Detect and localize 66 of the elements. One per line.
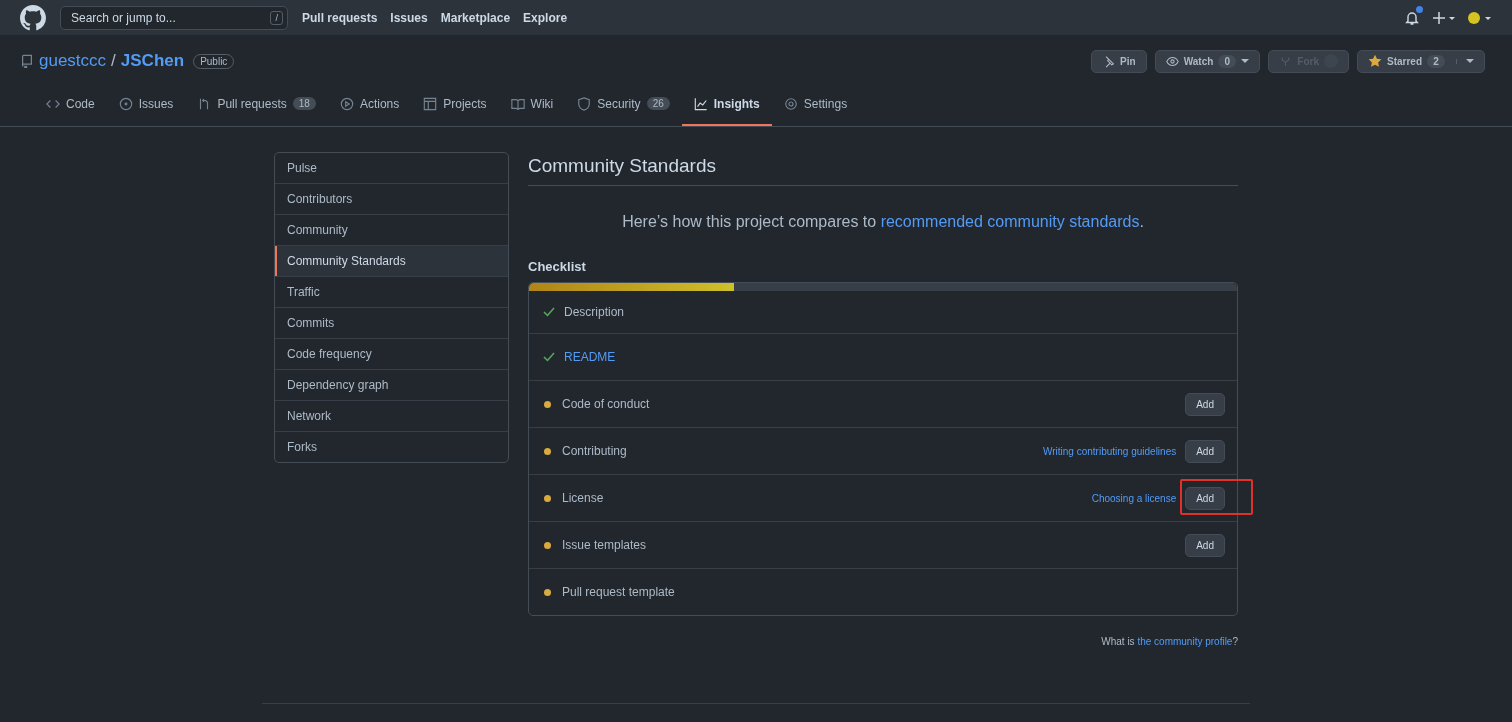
footer-text: What is the community profile? [1100, 636, 1238, 647]
add-button[interactable]: Add [1185, 486, 1225, 510]
nav-link[interactable]: Issues [390, 10, 428, 25]
repository-icon [20, 54, 34, 68]
checklist-label: Description [564, 305, 625, 319]
repo-tab[interactable]: Settings [771, 83, 860, 126]
eye-icon [1165, 54, 1179, 68]
nav-link[interactable]: Explore [523, 10, 568, 25]
sidebar-item[interactable]: Contributors [275, 183, 508, 214]
repo-tab[interactable]: Wiki [498, 83, 566, 126]
repo-tab[interactable]: Issues [106, 83, 186, 126]
repo-tab[interactable]: Actions [327, 83, 412, 126]
caret-icon [1241, 58, 1250, 64]
star-button[interactable]: Starred 2 [1357, 49, 1485, 73]
checklist-heading: Checklist [528, 259, 587, 274]
sidebar-item[interactable]: Code frequency [275, 338, 508, 369]
nav-link[interactable]: Pull requests [302, 10, 378, 25]
nav-link[interactable]: Marketplace [440, 10, 511, 25]
sidebar-item[interactable]: Forks [275, 431, 508, 462]
projects-icon [423, 96, 438, 111]
sidebar-item[interactable]: Traffic [275, 276, 508, 307]
actions-icon [339, 96, 354, 111]
security-icon [577, 96, 592, 111]
watch-button[interactable]: Watch 0 [1154, 49, 1261, 73]
repo-tab[interactable]: Insights [681, 83, 772, 126]
octocat-logo-icon[interactable] [20, 4, 46, 31]
page-title: Community Standards [528, 155, 1238, 186]
add-button[interactable]: Add [1185, 392, 1225, 416]
sidebar-item[interactable]: Community Standards [275, 245, 508, 276]
help-link[interactable]: Choosing a license [1091, 492, 1177, 504]
wiki-icon [510, 96, 525, 111]
repo-tab[interactable]: Projects [411, 83, 499, 126]
plus-icon[interactable] [1432, 10, 1456, 25]
add-button[interactable]: Add [1185, 439, 1225, 463]
repo-tab[interactable]: Code [34, 83, 107, 126]
checklist-label: Pull request template [562, 585, 675, 599]
avatar-icon[interactable] [1468, 10, 1492, 25]
path-separator: / [111, 51, 116, 71]
repo-tab[interactable]: Security 26 [565, 83, 682, 126]
intro-text: Here’s how this project compares to recommended community standards. [621, 213, 1145, 231]
checklist-label: Contributing [562, 444, 627, 458]
pin-button[interactable]: Pin [1091, 49, 1147, 73]
settings-icon [783, 96, 798, 111]
add-button[interactable]: Add [1185, 533, 1225, 557]
help-link[interactable]: Writing contributing guidelines [1042, 445, 1177, 457]
issues-icon [118, 96, 133, 111]
sidebar-item[interactable]: Pulse [275, 153, 508, 183]
standards-link[interactable]: recommended community standards [880, 213, 1140, 230]
star-icon [1368, 54, 1382, 68]
caret-icon [1466, 58, 1474, 64]
sidebar-item[interactable]: Commits [275, 307, 508, 338]
sidebar-item[interactable]: Network [275, 400, 508, 431]
insights-icon [693, 96, 708, 111]
checklist-label: License [562, 491, 604, 505]
checklist-label: Issue templates [562, 538, 647, 552]
repo-name-link[interactable]: JSChen [120, 51, 185, 71]
search-input[interactable]: Search or jump to... [69, 9, 271, 26]
checklist-link[interactable]: README [564, 350, 616, 364]
checklist-label: Code of conduct [562, 397, 650, 411]
bell-icon[interactable] [1404, 9, 1420, 26]
community-profile-link[interactable]: the community profile [1137, 636, 1233, 647]
repo-owner-link[interactable]: guestccc [39, 51, 107, 71]
sidebar-item[interactable]: Dependency graph [275, 369, 508, 400]
search-field[interactable]: Search or jump to... / [60, 5, 288, 30]
repo-tab[interactable]: Pull requests 18 [185, 83, 328, 126]
shortcut-key: / [270, 10, 283, 25]
